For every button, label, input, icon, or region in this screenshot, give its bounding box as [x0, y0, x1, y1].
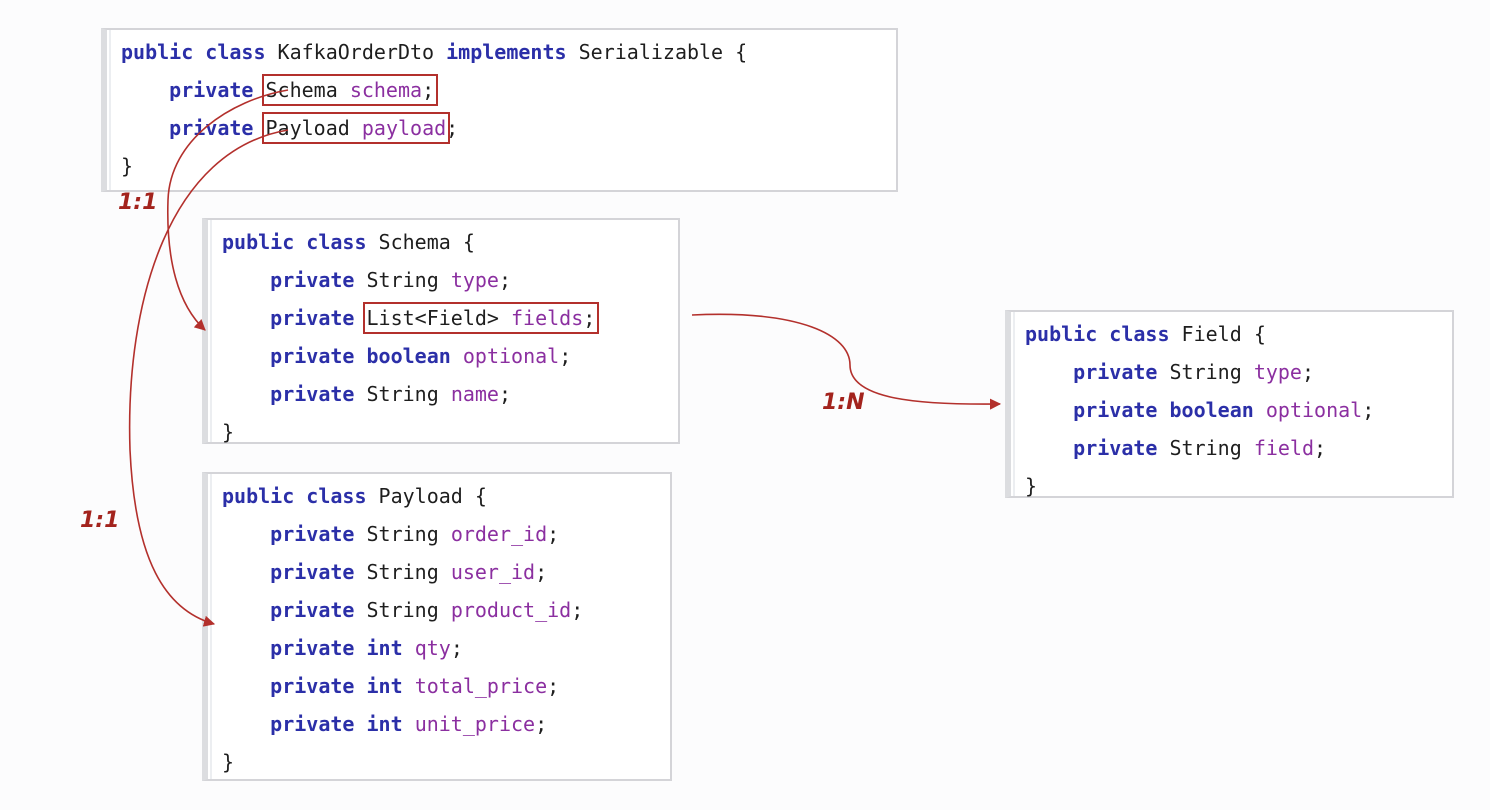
diagram-canvas: public class KafkaOrderDto implements Se…: [0, 0, 1490, 810]
arrow-schema-relation: [166, 89, 289, 331]
relation-arrows: [128, 89, 1002, 627]
ratio-label-payload: 1:1: [80, 508, 120, 533]
ratio-label-schema: 1:1: [118, 190, 158, 215]
ratio-label-fields: 1:N: [822, 390, 865, 415]
